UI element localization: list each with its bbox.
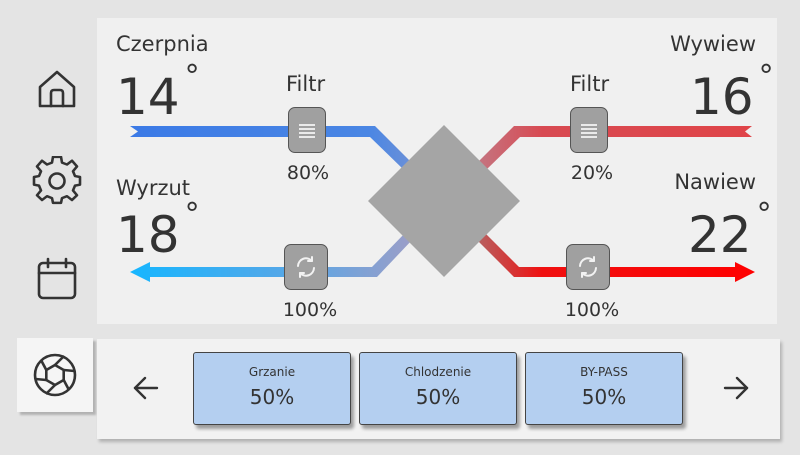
mode-name: Grzanie — [248, 365, 296, 379]
extract-label: Wywiew — [670, 32, 756, 56]
refresh-icon — [579, 256, 597, 278]
filter-icon — [581, 124, 597, 138]
exhaust-label: Wyrzut — [116, 176, 191, 200]
fan-right-value: 100% — [564, 299, 620, 321]
arrow-left-icon — [133, 376, 159, 400]
mode-value: 50% — [581, 385, 627, 409]
exhaust-temp-value: 18 — [116, 206, 180, 264]
intake-label: Czerpnia — [116, 32, 209, 56]
extract-temp-unit: ° — [758, 59, 774, 94]
filter-left-value: 80% — [286, 162, 330, 184]
extract-temp: 16 ° — [690, 62, 774, 123]
intake-temp-value: 14 — [116, 68, 180, 126]
filter-left-label: Filtr — [286, 72, 326, 96]
extract-temp-value: 16 — [690, 68, 754, 126]
refresh-icon — [297, 256, 315, 278]
supply-label: Nawiew — [674, 170, 756, 194]
filter-icon — [299, 124, 315, 138]
filter-right-value: 20% — [570, 162, 614, 184]
arrow-right-icon — [723, 376, 749, 400]
mode-heating-card[interactable]: Grzanie 50% — [193, 352, 351, 425]
fan-left-value: 100% — [282, 299, 338, 321]
intake-temp-unit: ° — [184, 59, 200, 94]
filter-right-label: Filtr — [570, 72, 610, 96]
filter-right-button[interactable] — [570, 107, 608, 153]
fan-right-button[interactable] — [566, 244, 610, 290]
intake-temp: 14 ° — [116, 62, 200, 123]
prev-button[interactable] — [130, 372, 162, 404]
filter-left-button[interactable] — [288, 107, 326, 153]
fan-left-button[interactable] — [284, 244, 328, 290]
mode-name: BY-PASS — [580, 365, 628, 379]
supply-temp-unit: ° — [756, 197, 772, 232]
mode-bypass-card[interactable]: BY-PASS 50% — [525, 352, 683, 425]
mode-value: 50% — [415, 385, 461, 409]
mode-cooling-card[interactable]: Chlodzenie 50% — [359, 352, 517, 425]
exhaust-temp-unit: ° — [184, 197, 200, 232]
exhaust-temp: 18 ° — [116, 200, 200, 261]
mode-value: 50% — [249, 385, 295, 409]
supply-temp: 22 ° — [688, 200, 772, 261]
mode-name: Chlodzenie — [404, 365, 472, 379]
supply-temp-value: 22 — [688, 206, 752, 264]
next-button[interactable] — [720, 372, 752, 404]
